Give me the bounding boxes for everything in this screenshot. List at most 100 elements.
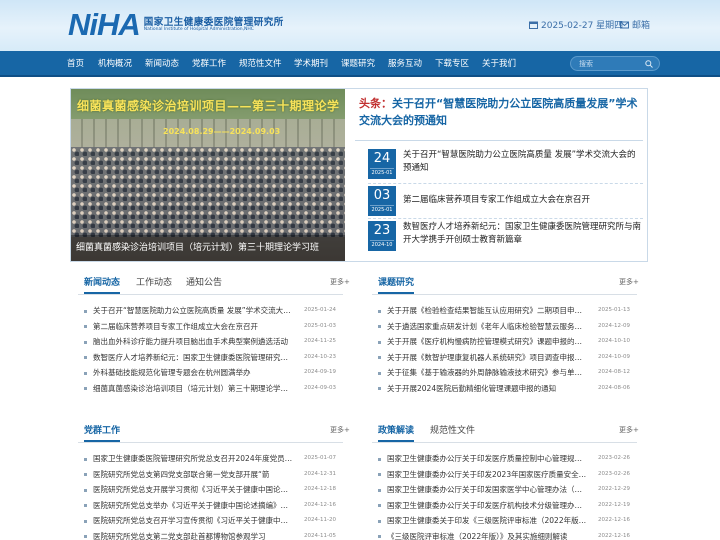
item-date: 2024-11-20 bbox=[304, 517, 336, 524]
list-item[interactable]: 国家卫生健康委医院管理研究所党总支召开2024年度党员大会 2025-01-07 bbox=[78, 451, 343, 467]
item-date: 2022-12-19 bbox=[598, 501, 630, 508]
item-title: 医院研究所党总支开展学习贯彻《习近平关于健康中国论述摘编》专题学习 bbox=[93, 485, 295, 495]
mail-label: 邮箱 bbox=[632, 21, 651, 31]
party-panel-tabs: 党群工作 更多+ bbox=[78, 423, 350, 443]
site-header: NiHA 国家卫生健康委医院管理研究所 National Institute o… bbox=[0, 0, 720, 51]
list-item[interactable]: 关于召开“智慧医院助力公立医院高质量 发展”学术交流大会的预通知 2025-01-… bbox=[78, 303, 343, 319]
list-item[interactable]: 关于开展《数智护理康复机器人系统研究》项目调查申报的通知 2024-10-09 bbox=[372, 350, 637, 366]
photo-crowd bbox=[71, 147, 345, 237]
list-item[interactable]: 脑出血外科诊疗能力提升项目脑出血手术典型案例遴选活动 2024-11-25 bbox=[78, 334, 343, 350]
more-link[interactable]: 更多+ bbox=[619, 425, 639, 435]
tab-work-news[interactable]: 工作动态 bbox=[136, 275, 172, 291]
current-date: 2025-02-27 星期四 bbox=[541, 21, 624, 31]
item-date: 2025-01-24 bbox=[304, 307, 336, 313]
photo-banner-date: 2024.08.29——2024.09.03 bbox=[163, 127, 281, 136]
entry-divider bbox=[368, 218, 643, 219]
search-icon[interactable] bbox=[645, 60, 653, 68]
entry-divider bbox=[368, 183, 643, 184]
headline-link[interactable]: 头条：关于召开“智慧医院助力公立医院高质量发展”学术交流大会的预通知 bbox=[359, 95, 643, 129]
list-item[interactable]: 外科基础技能规范化管理专题会在杭州圆满举办 2024-09-19 bbox=[78, 365, 343, 381]
party-panel: 党群工作 更多+ 国家卫生健康委医院管理研究所党总支召开2024年度党员大会 20… bbox=[78, 423, 350, 540]
bullet bbox=[378, 473, 381, 477]
list-item[interactable]: 关于开展《医疗机构慢病防控管理模式研究》课题申报的通知 2024-10-10 bbox=[372, 334, 637, 350]
logo-chinese-name: 国家卫生健康委医院管理研究所 bbox=[143, 16, 284, 28]
bullet bbox=[84, 371, 87, 375]
list-item[interactable]: 国家卫生健康委关于印发《三级医院评审标准（2022年版）》 2022-12-16 bbox=[372, 513, 637, 529]
nav-item-home[interactable]: 首页 bbox=[67, 51, 84, 77]
tab-party-work[interactable]: 党群工作 bbox=[84, 423, 121, 442]
list-item[interactable]: 第二届临床营养项目专家工作组成立大会在京召开 2025-01-03 bbox=[78, 319, 343, 335]
list-item[interactable]: 国家卫生健康委办公厅关于印发2023年国家医疗质量安全改进目标的通知 2023-0… bbox=[372, 467, 637, 483]
item-date: 2025-01-13 bbox=[598, 307, 630, 313]
list-item[interactable]: 国家卫生健康委办公厅关于印发国家医学中心管理办法（试行） 2022-12-29 bbox=[372, 482, 637, 498]
nav-item-services[interactable]: 服务互动 bbox=[388, 51, 422, 77]
party-list: 国家卫生健康委医院管理研究所党总支召开2024年度党员大会 2025-01-07 … bbox=[78, 451, 343, 540]
list-item[interactable]: 关于开展2024医院后勤精细化管理课题申报的通知 2024-08-06 bbox=[372, 381, 637, 397]
list-item[interactable]: 医院研究所党总支召开学习宣传贯彻《习近平关于健康中国论述摘编》 2024-11-2… bbox=[78, 513, 343, 529]
item-date: 2025-01-03 bbox=[304, 322, 336, 329]
more-link[interactable]: 更多+ bbox=[330, 277, 350, 287]
item-title: 数智医疗人才培养新纪元：国家卫生健康委医院管理研究所与南开大学携手 bbox=[93, 352, 295, 362]
nav-item-downloads[interactable]: 下载专区 bbox=[435, 51, 469, 77]
list-item[interactable]: 医院研究所党总支第二党支部赴首都博物馆参观学习 2024-11-05 bbox=[78, 529, 343, 540]
research-panel-tabs: 课题研究 更多+ bbox=[372, 275, 639, 295]
badge-day: 23 bbox=[373, 223, 391, 238]
tab-news[interactable]: 新闻动态 bbox=[84, 275, 121, 294]
list-item[interactable]: 国家卫生健康委办公厅关于印发医疗质量控制中心管理规定的通知 2023-02-26 bbox=[372, 451, 637, 467]
tab-policy-interpretation[interactable]: 政策解读 bbox=[378, 423, 415, 442]
search-input[interactable] bbox=[579, 58, 643, 70]
mail-icon bbox=[620, 21, 629, 28]
more-link[interactable]: 更多+ bbox=[330, 425, 350, 435]
list-item[interactable]: 国家卫生健康委办公厅关于印发医疗机构技术分级管理办法的通知 2022-12-19 bbox=[372, 498, 637, 514]
item-title: 关于开展《检验检查结果智能互认应用研究》二期项目申报的通知 bbox=[387, 306, 589, 315]
nav-item-about-org[interactable]: 机构概况 bbox=[98, 51, 132, 77]
logo-mark: NiHA bbox=[68, 7, 141, 42]
list-item[interactable]: 数智医疗人才培养新纪元：国家卫生健康委医院管理研究所与南开大学携手 2024-10… bbox=[78, 350, 343, 366]
item-title: 国家卫生健康委关于印发《三级医院评审标准（2022年版）》 bbox=[387, 516, 589, 526]
list-item[interactable]: 关于开展《检验检查结果智能互认应用研究》二期项目申报的通知 2025-01-13 bbox=[372, 303, 637, 319]
site-logo[interactable]: NiHA 国家卫生健康委医院管理研究所 National Institute o… bbox=[68, 7, 284, 42]
photo-caption[interactable]: 细菌真菌感染诊治培训项目（培元计划）第三十期理论学习班 bbox=[71, 235, 345, 261]
entry-title: 关于召开“智慧医院助力公立医院高质量 发展”学术交流大会的预通知 bbox=[403, 150, 636, 173]
item-title: 国家卫生健康委医院管理研究所党总支召开2024年度党员大会 bbox=[93, 454, 295, 463]
tab-regulatory-documents[interactable]: 规范性文件 bbox=[430, 423, 475, 439]
item-title: 《三级医院评审标准（2022年版）》及其实施细则解读 bbox=[387, 531, 568, 540]
item-title: 关于开展2024医院后勤精细化管理课题申报的通知 bbox=[387, 383, 557, 393]
bullet bbox=[378, 340, 381, 344]
item-title: 关于开展《数智护理康复机器人系统研究》项目调查申报的通知 bbox=[387, 352, 589, 362]
item-title: 细菌真菌感染诊治培训项目（培元计划）第三十期理论学习班 bbox=[93, 383, 295, 393]
list-item[interactable]: 医院研究所党总支第四党支部联合第一党支部开展“箭 2024-12-31 bbox=[78, 467, 343, 483]
item-date: 2022-12-29 bbox=[598, 486, 630, 493]
list-item[interactable]: 细菌真菌感染诊治培训项目（培元计划）第三十期理论学习班 2024-09-03 bbox=[78, 381, 343, 397]
item-title: 医院研究所党总支举办《习近平关于健康中国论述摘编》专题学习 bbox=[93, 500, 295, 510]
nav-item-party[interactable]: 党群工作 bbox=[192, 51, 226, 77]
list-item[interactable]: 关于遴选国家重点研发计划《老年人临床检验智慧云服务》课题参与单位 2024-12-… bbox=[372, 319, 637, 335]
item-date: 2022-12-16 bbox=[598, 532, 630, 539]
search-box bbox=[570, 56, 660, 71]
nav-item-regulations[interactable]: 规范性文件 bbox=[239, 51, 282, 77]
item-title: 国家卫生健康委办公厅关于印发国家医学中心管理办法（试行） bbox=[387, 485, 589, 495]
bullet bbox=[84, 309, 87, 313]
item-title: 关于遴选国家重点研发计划《老年人临床检验智慧云服务》课题参与单位 bbox=[387, 321, 589, 331]
bullet bbox=[378, 457, 381, 461]
featured-photo[interactable]: 细菌真菌感染诊治培训项目——第三十期理论学习班 2024.08.29——2024… bbox=[71, 89, 345, 261]
headline-title: 关于召开“智慧医院助力公立医院高质量发展”学术交流大会的预通知 bbox=[359, 97, 638, 127]
tab-research[interactable]: 课题研究 bbox=[378, 275, 415, 294]
item-date: 2025-01-07 bbox=[304, 455, 336, 461]
tab-notices[interactable]: 通知公告 bbox=[186, 275, 222, 291]
nav-item-research[interactable]: 课题研究 bbox=[341, 51, 375, 77]
nav-item-about-us[interactable]: 关于我们 bbox=[482, 51, 516, 77]
more-link[interactable]: 更多+ bbox=[619, 277, 639, 287]
bullet bbox=[378, 371, 381, 375]
nav-item-journals[interactable]: 学术期刊 bbox=[294, 51, 328, 77]
list-item[interactable]: 关于征集《基于输液器的外周静脉输液技术研究》参与单位的通知 2024-08-12 bbox=[372, 365, 637, 381]
badge-day: 03 bbox=[373, 188, 391, 203]
main-nav: 首页 机构概况 新闻动态 党群工作 规范性文件 学术期刊 课题研究 服务互动 下… bbox=[0, 51, 720, 77]
list-item[interactable]: 医院研究所党总支开展学习贯彻《习近平关于健康中国论述摘编》专题学习 2024-12… bbox=[78, 482, 343, 498]
list-item[interactable]: 《三级医院评审标准（2022年版）》及其实施细则解读 2022-12-16 bbox=[372, 529, 637, 540]
nav-item-news[interactable]: 新闻动态 bbox=[145, 51, 179, 77]
item-date: 2024-11-25 bbox=[304, 338, 336, 345]
item-title: 国家卫生健康委办公厅关于印发医疗机构技术分级管理办法的通知 bbox=[387, 500, 589, 510]
list-item[interactable]: 医院研究所党总支举办《习近平关于健康中国论述摘编》专题学习 2024-12-16 bbox=[78, 498, 343, 514]
mail-link[interactable]: 邮箱 bbox=[620, 18, 650, 31]
